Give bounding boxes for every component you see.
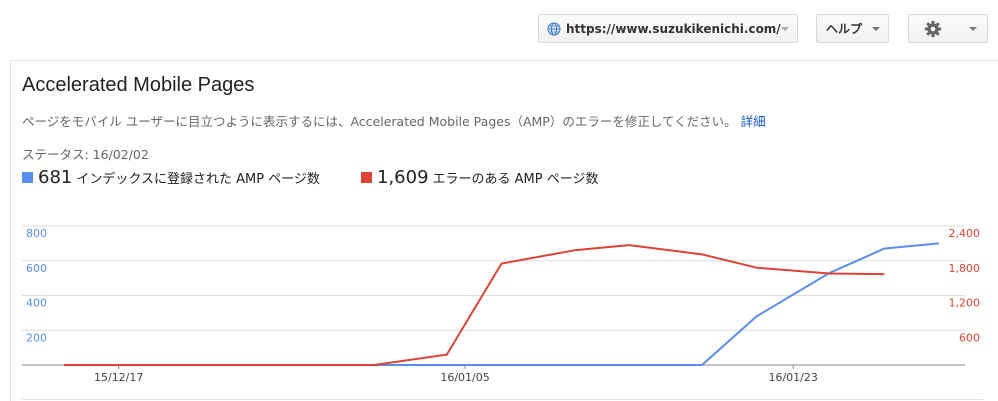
page-title: Accelerated Mobile Pages — [22, 74, 255, 96]
help-label: ヘルプ — [826, 22, 863, 36]
legend-indexed-value: 681 — [38, 167, 73, 188]
top-toolbar: https://www.suzukikenichi.com/blog/ ヘルプ — [0, 0, 998, 60]
status-text: ステータス: 16/02/02 — [22, 147, 149, 162]
site-url: https://www.suzukikenichi.com/blog/ — [566, 21, 781, 36]
help-button[interactable]: ヘルプ — [816, 14, 889, 43]
content-bottom-divider — [22, 399, 983, 400]
y-left-tick-label: 800 — [26, 227, 47, 240]
chevron-down-icon — [969, 26, 977, 31]
x-tick-label: 16/01/23 — [768, 371, 817, 384]
gear-icon — [924, 20, 942, 37]
chevron-down-icon — [872, 26, 880, 31]
y-left-tick-label: 600 — [26, 262, 47, 275]
series-line-errors — [64, 244, 885, 366]
x-tick-label: 16/01/05 — [440, 371, 489, 384]
y-left-tick-label: 200 — [26, 331, 47, 344]
legend-indexed-swatch — [22, 172, 33, 183]
page-description: ページをモバイル ユーザーに目立つように表示するには、Accelerated M… — [22, 111, 766, 130]
legend-indexed[interactable]: 681 インデックスに登録された AMP ページ数 — [22, 167, 320, 188]
amp-line-chart: 800 600 400 200 2,400 1,800 1,200 600 15/12/17 16… — [22, 225, 981, 384]
x-tick-label: 15/12/17 — [94, 371, 143, 384]
legend-indexed-label: インデックスに登録された AMP ページ数 — [76, 172, 320, 187]
y-left-tick-label: 400 — [26, 297, 47, 310]
y-right-tick-label: 600 — [959, 331, 980, 344]
settings-button[interactable] — [908, 14, 988, 43]
chevron-down-icon — [781, 26, 789, 31]
y-right-tick-label: 1,200 — [949, 297, 981, 310]
legend-errors-label: エラーのある AMP ページ数 — [432, 172, 599, 187]
description-text: ページをモバイル ユーザーに目立つように表示するには、Accelerated M… — [22, 114, 737, 129]
legend-errors[interactable]: 1,609 エラーのある AMP ページ数 — [361, 167, 599, 188]
y-right-tick-label: 2,400 — [949, 227, 981, 240]
header-divider — [10, 60, 998, 61]
globe-icon — [547, 22, 561, 35]
legend-errors-swatch — [361, 172, 372, 183]
site-selector-button[interactable]: https://www.suzukikenichi.com/blog/ — [538, 14, 798, 43]
series-line-indexed — [64, 242, 940, 366]
y-right-tick-label: 1,800 — [949, 262, 981, 275]
legend-errors-value: 1,609 — [377, 167, 429, 188]
details-link[interactable]: 詳細 — [741, 114, 766, 129]
